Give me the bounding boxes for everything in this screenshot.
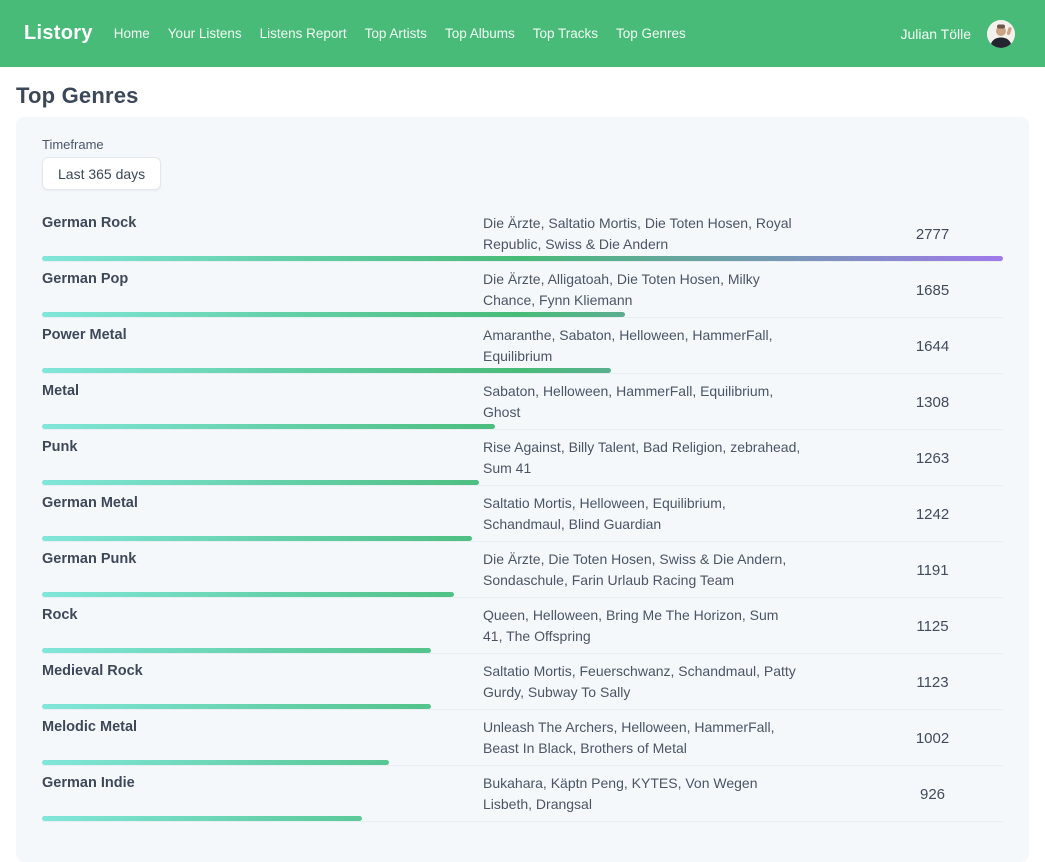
genre-bar: [42, 256, 1003, 261]
user-name[interactable]: Julian Tölle: [900, 26, 971, 42]
timeframe-select[interactable]: Last 365 days: [42, 157, 161, 190]
genre-count: 1123: [862, 674, 1003, 691]
genre-bar: [42, 760, 389, 765]
genre-bar: [42, 312, 625, 317]
genre-artists: Bukahara, Käptn Peng, KYTES, Von Wegen L…: [483, 773, 801, 815]
genre-name: German Rock: [42, 213, 483, 255]
genre-bar: [42, 592, 454, 597]
main-nav: Home Your Listens Listens Report Top Artist…: [114, 26, 686, 41]
genre-name: Medieval Rock: [42, 661, 483, 703]
nav-item-top-genres[interactable]: Top Genres: [616, 26, 686, 41]
page-main: Top Genres Timeframe Last 365 days Germa…: [0, 83, 1045, 862]
genre-count: 1685: [862, 282, 1003, 299]
genre-artists: Sabaton, Helloween, HammerFall, Equilibr…: [483, 381, 801, 423]
genre-count: 1191: [862, 562, 1003, 579]
genre-count: 1002: [862, 730, 1003, 747]
genre-name: Metal: [42, 381, 483, 423]
genre-artists: Die Ärzte, Alligatoah, Die Toten Hosen, …: [483, 269, 801, 311]
genre-row: Rock Queen, Helloween, Bring Me The Hori…: [42, 598, 1003, 654]
genre-name: German Punk: [42, 549, 483, 591]
genre-name: Melodic Metal: [42, 717, 483, 759]
genre-name: Punk: [42, 437, 483, 479]
nav-item-top-artists[interactable]: Top Artists: [365, 26, 427, 41]
genres-table: German Rock Die Ärzte, Saltatio Mortis, …: [42, 206, 1003, 822]
genre-name: German Metal: [42, 493, 483, 535]
genre-bar: [42, 424, 495, 429]
app-logo[interactable]: Listory: [24, 22, 93, 45]
genre-artists: Queen, Helloween, Bring Me The Horizon, …: [483, 605, 801, 647]
user-area: Julian Tölle: [900, 20, 1015, 48]
genre-row: Punk Rise Against, Billy Talent, Bad Rel…: [42, 430, 1003, 486]
genre-artists: Rise Against, Billy Talent, Bad Religion…: [483, 437, 801, 479]
genre-artists: Die Ärzte, Die Toten Hosen, Swiss & Die …: [483, 549, 801, 591]
genre-row: German Rock Die Ärzte, Saltatio Mortis, …: [42, 206, 1003, 262]
genre-count: 1644: [862, 338, 1003, 355]
nav-item-your-listens[interactable]: Your Listens: [168, 26, 242, 41]
timeframe-filter: Timeframe Last 365 days: [42, 137, 1003, 190]
genre-artists: Unleash The Archers, Helloween, HammerFa…: [483, 717, 801, 759]
genre-row: Melodic Metal Unleash The Archers, Hello…: [42, 710, 1003, 766]
genre-name: Power Metal: [42, 325, 483, 367]
genre-bar: [42, 816, 362, 821]
genre-count: 926: [862, 786, 1003, 803]
top-genres-card: Timeframe Last 365 days German Rock Die …: [16, 117, 1029, 862]
timeframe-label: Timeframe: [42, 137, 1003, 152]
user-avatar[interactable]: [987, 20, 1015, 48]
genre-name: Rock: [42, 605, 483, 647]
genre-count: 1125: [862, 618, 1003, 635]
genre-row: German Pop Die Ärzte, Alligatoah, Die To…: [42, 262, 1003, 318]
genre-row: German Metal Saltatio Mortis, Helloween,…: [42, 486, 1003, 542]
nav-item-home[interactable]: Home: [114, 26, 150, 41]
page-title: Top Genres: [16, 83, 1029, 109]
genre-row: Medieval Rock Saltatio Mortis, Feuerschw…: [42, 654, 1003, 710]
nav-item-listens-report[interactable]: Listens Report: [260, 26, 347, 41]
genre-name: German Indie: [42, 773, 483, 815]
user-photo-icon: [987, 20, 1015, 48]
nav-item-top-albums[interactable]: Top Albums: [445, 26, 515, 41]
genre-row: Metal Sabaton, Helloween, HammerFall, Eq…: [42, 374, 1003, 430]
genre-artists: Saltatio Mortis, Feuerschwanz, Schandmau…: [483, 661, 801, 703]
genre-bar: [42, 704, 431, 709]
genre-artists: Die Ärzte, Saltatio Mortis, Die Toten Ho…: [483, 213, 801, 255]
genre-row: German Punk Die Ärzte, Die Toten Hosen, …: [42, 542, 1003, 598]
genre-bar: [42, 536, 472, 541]
genre-count: 1263: [862, 450, 1003, 467]
genre-artists: Saltatio Mortis, Helloween, Equilibrium,…: [483, 493, 801, 535]
genre-bar: [42, 648, 431, 653]
genre-bar: [42, 368, 611, 373]
genre-count: 1308: [862, 394, 1003, 411]
nav-item-top-tracks[interactable]: Top Tracks: [533, 26, 598, 41]
genre-bar: [42, 480, 479, 485]
genre-name: German Pop: [42, 269, 483, 311]
genre-row: Power Metal Amaranthe, Sabaton, Hellowee…: [42, 318, 1003, 374]
genre-row: German Indie Bukahara, Käptn Peng, KYTES…: [42, 766, 1003, 822]
app-header: Listory Home Your Listens Listens Report To…: [0, 0, 1045, 67]
genre-artists: Amaranthe, Sabaton, Helloween, HammerFal…: [483, 325, 801, 367]
genre-count: 1242: [862, 506, 1003, 523]
genre-count: 2777: [862, 226, 1003, 243]
